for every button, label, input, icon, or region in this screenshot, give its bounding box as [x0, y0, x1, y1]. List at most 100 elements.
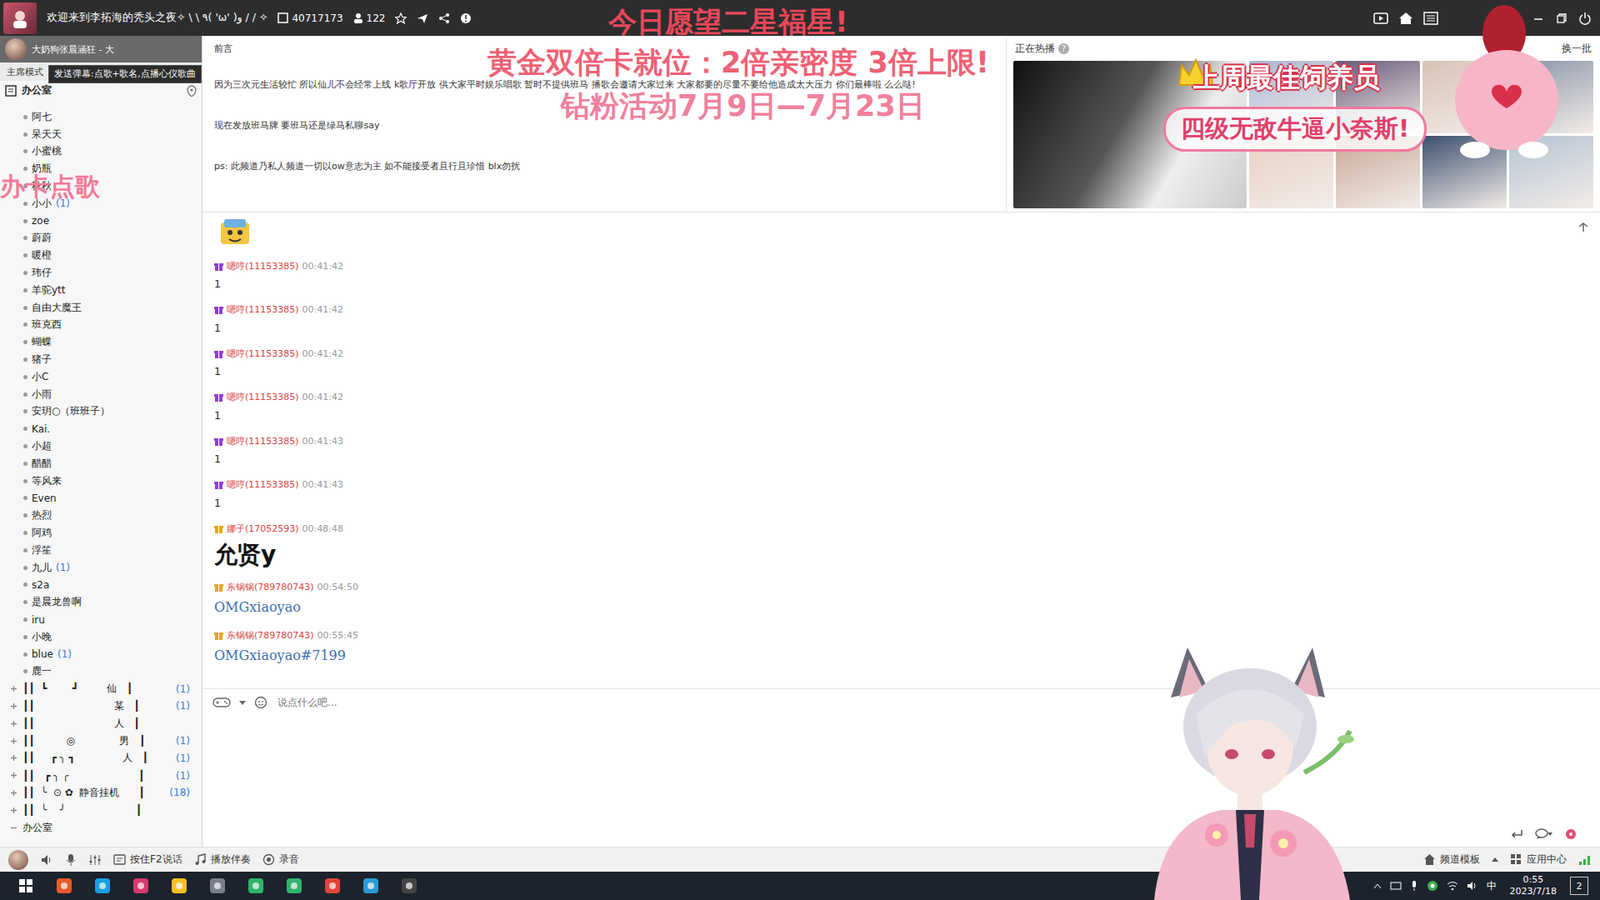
- mic-tray-icon[interactable]: [1410, 880, 1419, 892]
- message-user[interactable]: 嗯哼(11153385): [226, 478, 300, 491]
- plane-icon[interactable]: [416, 12, 429, 25]
- subchannel-row[interactable]: ┃┃ ╰ ⊙ ✿ 静音挂机 ┃(18): [0, 784, 202, 802]
- user-avatar[interactable]: [5, 38, 27, 60]
- expand-icon[interactable]: [10, 806, 18, 815]
- enter-icon[interactable]: [1510, 828, 1524, 840]
- member-row[interactable]: 羊驼ytt: [0, 281, 202, 300]
- member-row[interactable]: iru: [0, 610, 202, 629]
- emoji-icon[interactable]: [254, 695, 268, 710]
- taskbar-app[interactable]: [313, 876, 352, 895]
- volume-icon[interactable]: [1466, 880, 1479, 891]
- message-user[interactable]: 嗯哼(11153385): [226, 435, 300, 448]
- gift-icon[interactable]: [1565, 828, 1577, 840]
- member-row[interactable]: 小小(1): [0, 195, 202, 213]
- power-icon[interactable]: [1578, 11, 1592, 25]
- app-center[interactable]: 应用中心: [1510, 852, 1567, 867]
- accompany[interactable]: 播放伴奏: [194, 852, 251, 867]
- speaker-icon[interactable]: [40, 853, 54, 867]
- member-row[interactable]: 醋醋: [0, 455, 202, 473]
- member-row[interactable]: 小雨: [0, 385, 202, 404]
- channel-row[interactable]: 办公室: [0, 80, 202, 100]
- expand-icon[interactable]: [10, 737, 18, 745]
- taskbar-app[interactable]: [121, 876, 160, 895]
- network-icon[interactable]: [1390, 880, 1402, 891]
- mic-icon[interactable]: [65, 853, 77, 867]
- input-area[interactable]: [202, 715, 1600, 847]
- taskbar-app[interactable]: [275, 876, 314, 895]
- channel-logo[interactable]: [3, 2, 37, 35]
- message-user[interactable]: 东锅锅(789780743): [226, 629, 315, 642]
- message-user[interactable]: 嗯哼(11153385): [226, 303, 300, 316]
- expand-icon[interactable]: [10, 685, 18, 693]
- expand-icon[interactable]: [10, 754, 18, 762]
- taskbar-app[interactable]: [45, 876, 84, 895]
- notification-count[interactable]: 2: [1570, 876, 1589, 895]
- member-row[interactable]: 蝴蝶: [0, 333, 202, 351]
- live-thumbnail[interactable]: [1335, 135, 1420, 209]
- info-icon[interactable]: [460, 12, 472, 25]
- message-user[interactable]: 嗯哼(11153385): [226, 390, 300, 404]
- minimize-icon[interactable]: [1531, 11, 1545, 25]
- video-icon[interactable]: [1373, 11, 1389, 25]
- member-row[interactable]: 安玥○（班班子）: [0, 403, 202, 421]
- live-help[interactable]: ?: [1058, 43, 1070, 55]
- chrome-tray-icon[interactable]: [1426, 880, 1439, 892]
- message-user[interactable]: 嗯哼(11153385): [226, 260, 300, 273]
- member-row[interactable]: 蔚蔚: [0, 230, 202, 248]
- dropdown-icon[interactable]: [239, 699, 246, 706]
- equalizer-icon[interactable]: [88, 853, 102, 867]
- member-row[interactable]: 热烈: [0, 506, 202, 525]
- live-thumbnail[interactable]: [1335, 60, 1420, 134]
- member-row[interactable]: 小超: [0, 437, 202, 455]
- taskbar-app[interactable]: [390, 876, 429, 895]
- subchannel-row[interactable]: ┃┃ ◎ 男 ┃(1): [0, 732, 202, 750]
- subchannel-row[interactable]: ┃┃ ┏ ╮ ┓ 人 ┃(1): [0, 749, 202, 767]
- member-row[interactable]: 秋秋: [0, 177, 202, 195]
- chat-input[interactable]: [275, 695, 1590, 710]
- subchannel-row[interactable]: ┃┃ 人 ┃: [0, 715, 202, 733]
- member-row[interactable]: 是晨龙兽啊: [0, 593, 202, 611]
- member-row[interactable]: 呆天天: [0, 125, 202, 144]
- restore-icon[interactable]: [1555, 11, 1569, 25]
- taskbar-app[interactable]: [351, 876, 390, 895]
- self-avatar[interactable]: [8, 850, 29, 870]
- message-user[interactable]: 娜子(17052593): [226, 522, 300, 535]
- location-icon[interactable]: [186, 85, 197, 97]
- member-row[interactable]: 浮笙: [0, 541, 202, 560]
- member-row[interactable]: 班克西: [0, 316, 202, 335]
- push-to-talk[interactable]: 按住F2说话: [113, 852, 183, 867]
- home-icon[interactable]: [1398, 11, 1414, 25]
- member-row[interactable]: 阿鸡: [0, 524, 202, 542]
- message-user[interactable]: 嗯哼(11153385): [226, 347, 300, 360]
- member-row[interactable]: 奶瓶: [0, 160, 202, 178]
- member-row[interactable]: 九儿(1): [0, 559, 202, 577]
- subchannel-row[interactable]: ┃┃ ┏ ╮ ╭ ┃(1): [0, 766, 202, 785]
- refresh-button[interactable]: 换一批: [1561, 41, 1592, 56]
- taskbar-app[interactable]: [160, 876, 199, 895]
- subchannel-row[interactable]: ┃┃ ╰ ╯ ┃: [0, 801, 202, 820]
- member-row[interactable]: 小蜜桃: [0, 143, 202, 161]
- member-row[interactable]: Even: [0, 490, 202, 508]
- member-row[interactable]: blue(1): [0, 645, 202, 664]
- scroll-top-icon[interactable]: [1578, 222, 1589, 233]
- list-icon[interactable]: [1423, 11, 1439, 25]
- member-row[interactable]: zoe: [0, 212, 202, 230]
- record[interactable]: 录音: [262, 852, 300, 867]
- message-user[interactable]: 东锅锅(789780743): [226, 580, 315, 594]
- expand-icon[interactable]: [10, 702, 18, 710]
- expand-icon[interactable]: [10, 720, 18, 728]
- expand-icon[interactable]: [10, 771, 18, 780]
- channel-template[interactable]: 频道模板: [1423, 852, 1480, 867]
- member-row[interactable]: Kai.: [0, 420, 202, 438]
- member-row[interactable]: 阿七: [0, 108, 202, 126]
- member-row[interactable]: 等风来: [0, 472, 202, 490]
- start-button[interactable]: [6, 879, 45, 893]
- clock[interactable]: 0:552023/7/18: [1505, 874, 1562, 898]
- taskbar-app[interactable]: [83, 876, 122, 895]
- member-row[interactable]: 暖橙: [0, 246, 202, 265]
- member-row[interactable]: s2a: [0, 576, 202, 595]
- subchannel-row[interactable]: ┃┃ ┗ ┛ 仙 ┃(1): [0, 680, 202, 698]
- caret-up-icon[interactable]: [1491, 856, 1499, 864]
- wifi-icon[interactable]: [1446, 880, 1459, 891]
- user-box[interactable]: 大奶狗张晨涵狂 - 大: [0, 35, 202, 63]
